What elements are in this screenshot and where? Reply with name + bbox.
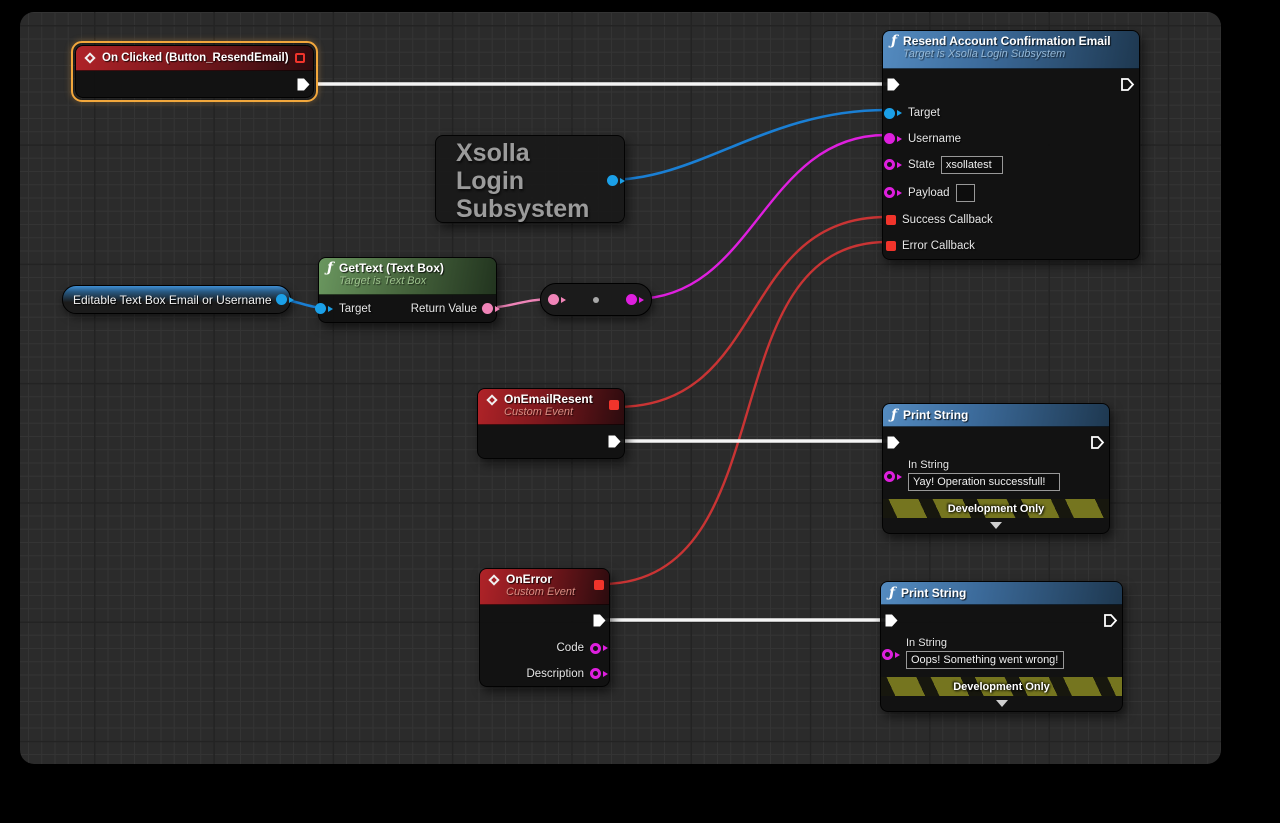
function-icon: ƒ (891, 34, 897, 48)
development-only-label: Development Only (953, 681, 1050, 693)
in-string-pin[interactable] (884, 471, 902, 482)
variable-output-pin[interactable] (276, 294, 294, 305)
conversion-icon (593, 297, 599, 303)
delegate-pin[interactable] (594, 580, 604, 590)
node-subtitle: Target is Xsolla Login Subsystem (903, 48, 1111, 60)
node-print-string-success[interactable]: ƒ Print String In String Development Onl… (882, 403, 1110, 534)
success-callback-pin[interactable] (886, 215, 896, 225)
exec-out-pin[interactable] (607, 434, 622, 449)
exec-out-pin[interactable] (1090, 435, 1105, 450)
node-title: Print String (901, 586, 966, 600)
pin-label: Code (557, 642, 585, 654)
node-on-email-resent[interactable]: OnEmailResent Custom Event (477, 388, 625, 459)
node-subtitle: Custom Event (504, 406, 593, 418)
target-pin[interactable] (315, 303, 333, 314)
function-icon: ƒ (891, 408, 897, 422)
exec-out-pin[interactable] (592, 613, 607, 628)
subsystem-output-pin[interactable] (607, 175, 625, 186)
pin-label: Error Callback (902, 240, 975, 252)
error-callback-pin[interactable] (886, 241, 896, 251)
pin-label: In String (906, 637, 1064, 649)
delegate-pin[interactable] (609, 400, 619, 410)
return-value-pin[interactable] (482, 303, 500, 314)
node-subtitle: Custom Event (506, 586, 575, 598)
node-print-string-error[interactable]: ƒ Print String In String Development Onl… (880, 581, 1123, 712)
pin-label: Success Callback (902, 214, 993, 226)
node-on-clicked[interactable]: On Clicked (Button_ResendEmail) (75, 45, 314, 98)
pin-label: Payload (908, 187, 950, 199)
node-on-clicked-selection: On Clicked (Button_ResendEmail) (71, 41, 318, 102)
event-icon (84, 52, 95, 63)
node-text-to-string-conversion[interactable] (540, 283, 652, 316)
node-title: On Clicked (Button_ResendEmail) (102, 52, 289, 64)
payload-pin[interactable] (884, 187, 902, 198)
pin-label: In String (908, 459, 1060, 471)
node-title: OnError (506, 572, 575, 586)
node-title: OnEmailResent (504, 392, 593, 406)
pin-label: Target (908, 107, 940, 119)
node-on-error[interactable]: OnError Custom Event Code Description (479, 568, 610, 687)
node-editable-text-box-variable[interactable]: Editable Text Box Email or Username (62, 285, 291, 314)
development-only-label: Development Only (948, 503, 1045, 515)
function-icon: ƒ (327, 261, 333, 275)
node-xsolla-login-subsystem[interactable]: Xsolla Login Subsystem (435, 135, 625, 223)
pin-label: State (908, 159, 935, 171)
variable-name-line: Subsystem (456, 195, 624, 223)
description-pin[interactable] (590, 668, 608, 679)
exec-in-pin[interactable] (886, 77, 901, 92)
state-input[interactable] (941, 156, 1003, 174)
exec-in-pin[interactable] (884, 613, 899, 628)
pin-label: Return Value (411, 303, 477, 315)
variable-name-line: Login (456, 167, 624, 195)
node-title: GetText (Text Box) (339, 261, 444, 275)
development-only-bar: Development Only (881, 677, 1122, 696)
variable-label: Editable Text Box Email or Username (73, 293, 272, 307)
target-pin[interactable] (884, 108, 902, 119)
node-title: Resend Account Confirmation Email (903, 34, 1111, 48)
delegate-pin[interactable] (295, 53, 305, 63)
exec-out-pin[interactable] (1103, 613, 1118, 628)
exec-out-pin[interactable] (1120, 77, 1135, 92)
variable-name-line: Xsolla (456, 139, 624, 167)
pin-label: Description (526, 668, 584, 680)
username-pin[interactable] (884, 133, 902, 144)
pin-label: Target (339, 303, 371, 315)
payload-input[interactable] (956, 184, 975, 202)
node-gettext[interactable]: ƒ GetText (Text Box) Target is Text Box … (318, 257, 497, 323)
event-icon (486, 394, 497, 405)
development-only-bar: Development Only (883, 499, 1109, 518)
conversion-out-pin[interactable] (626, 294, 644, 305)
event-icon (488, 574, 499, 585)
exec-out-pin[interactable] (296, 77, 311, 92)
node-resend-account-confirmation-email[interactable]: ƒ Resend Account Confirmation Email Targ… (882, 30, 1140, 260)
exec-in-pin[interactable] (886, 435, 901, 450)
in-string-pin[interactable] (882, 649, 900, 660)
code-pin[interactable] (590, 643, 608, 654)
node-subtitle: Target is Text Box (339, 275, 444, 287)
conversion-in-pin[interactable] (548, 294, 566, 305)
expand-arrow-icon[interactable] (996, 700, 1008, 707)
function-icon: ƒ (889, 586, 895, 600)
node-title: Print String (903, 408, 968, 422)
expand-arrow-icon[interactable] (990, 522, 1002, 529)
in-string-input[interactable] (906, 651, 1064, 669)
in-string-input[interactable] (908, 473, 1060, 491)
pin-label: Username (908, 133, 961, 145)
state-pin[interactable] (884, 159, 902, 170)
